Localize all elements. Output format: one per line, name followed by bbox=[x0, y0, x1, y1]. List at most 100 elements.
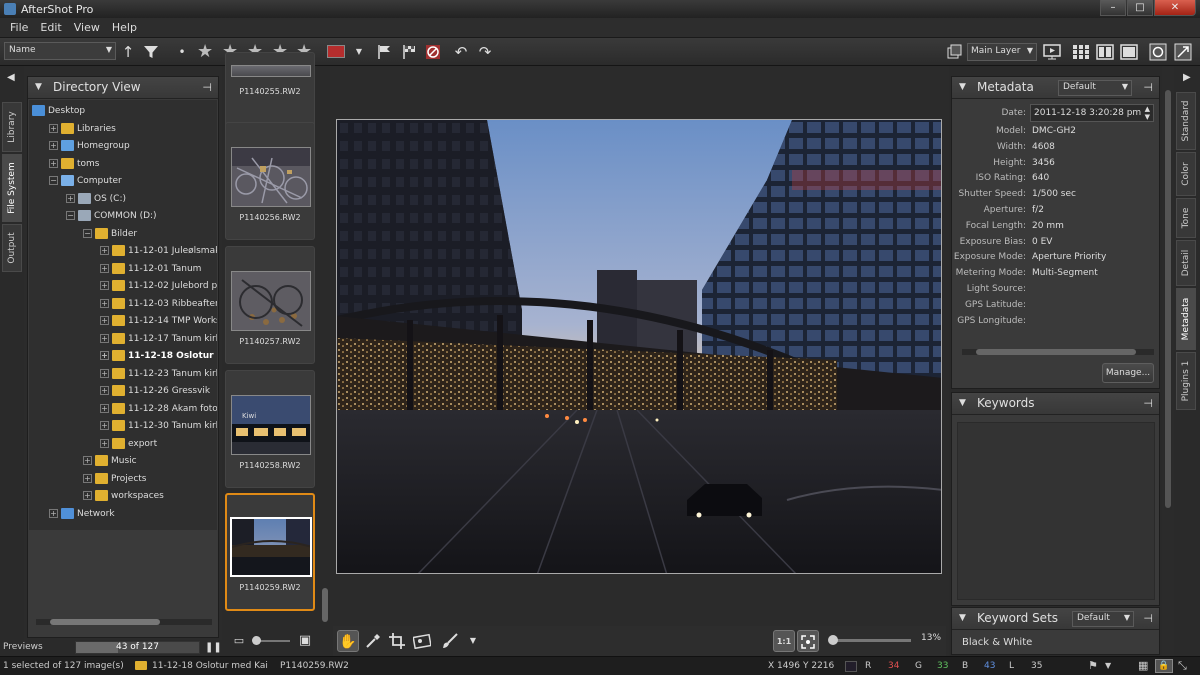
tree-expander-icon[interactable]: + bbox=[100, 333, 109, 343]
metadata-value[interactable]: 640 bbox=[1032, 170, 1049, 186]
rotate-right-icon[interactable]: ↷ bbox=[475, 42, 495, 62]
thumbnail-card[interactable]: P1140256.RW2 bbox=[225, 122, 315, 240]
tree-expander-icon[interactable]: − bbox=[66, 211, 75, 220]
directory-horizontal-scrollbar[interactable] bbox=[36, 619, 212, 625]
thumbnail-card[interactable]: Kiwi P1140258.RW2 bbox=[225, 370, 315, 488]
spinner-icon[interactable]: ▲ ▼ bbox=[1145, 105, 1150, 121]
menu-edit[interactable]: Edit bbox=[40, 21, 61, 34]
scrollbar-thumb[interactable] bbox=[976, 349, 1136, 355]
thumbnail-card-selected[interactable]: P1140259.RW2 bbox=[225, 493, 315, 611]
tree-item[interactable]: + Music bbox=[83, 453, 137, 470]
date-input[interactable]: 2011-12-18 3:20:28 pm ▲ ▼ bbox=[1030, 104, 1154, 122]
flag-pick-icon[interactable] bbox=[374, 42, 394, 62]
tree-expander-icon[interactable]: + bbox=[100, 403, 109, 413]
tree-item[interactable]: + Projects bbox=[83, 471, 146, 488]
tree-expander-icon[interactable]: + bbox=[100, 438, 109, 448]
grid-view-icon[interactable] bbox=[1071, 42, 1091, 62]
slideshow-icon[interactable] bbox=[1042, 42, 1062, 62]
tree-item[interactable]: +11-12-30 Tanum kirke bbox=[100, 418, 217, 435]
tree-expander-icon[interactable]: + bbox=[49, 141, 58, 150]
tab-library[interactable]: Library bbox=[2, 102, 22, 152]
flag-reject-icon[interactable] bbox=[423, 42, 443, 62]
close-button[interactable]: ✕ bbox=[1154, 0, 1196, 16]
tree-item[interactable]: +11-12-01 Tanum bbox=[100, 261, 201, 278]
thumbnail-size-slider[interactable] bbox=[252, 636, 290, 645]
tree-item[interactable]: + Homegroup bbox=[49, 138, 130, 155]
thumbnail-vertical-scrollbar[interactable] bbox=[320, 66, 330, 626]
pause-icon[interactable]: ❚❚ bbox=[205, 642, 222, 653]
tab-standard[interactable]: Standard bbox=[1176, 92, 1196, 150]
network-share-icon[interactable]: ⚑ bbox=[1088, 657, 1098, 675]
collapse-triangle-icon[interactable]: ▼ bbox=[35, 82, 42, 92]
tree-item[interactable]: +11-12-02 Julebord på C bbox=[100, 278, 217, 295]
tree-item[interactable]: Desktop bbox=[32, 103, 85, 120]
tree-expander-icon[interactable]: + bbox=[100, 421, 109, 430]
menu-help[interactable]: Help bbox=[112, 21, 137, 34]
brush-icon[interactable] bbox=[439, 630, 461, 652]
metadata-value[interactable]: DMC-GH2 bbox=[1032, 123, 1076, 139]
collapse-triangle-icon[interactable]: ▼ bbox=[959, 613, 966, 623]
layout-grid-icon[interactable]: ▦ bbox=[1138, 657, 1148, 675]
tree-expander-icon[interactable]: + bbox=[83, 456, 92, 465]
zoom-slider[interactable] bbox=[828, 635, 911, 645]
pan-hand-icon[interactable]: ✋ bbox=[337, 630, 359, 652]
metadata-value[interactable]: 20 mm bbox=[1032, 218, 1064, 234]
tab-color[interactable]: Color bbox=[1176, 152, 1196, 196]
minimize-button[interactable]: – bbox=[1100, 0, 1126, 16]
collapse-right-panel-icon[interactable]: ▶ bbox=[1183, 72, 1191, 83]
layers-icon[interactable] bbox=[944, 42, 964, 62]
collapse-triangle-icon[interactable]: ▼ bbox=[959, 82, 966, 92]
tree-item[interactable]: + OS (C:) bbox=[66, 191, 126, 208]
pin-icon[interactable]: ⊣ bbox=[1143, 81, 1153, 94]
tree-item[interactable]: +11-12-28 Akam fototre bbox=[100, 401, 217, 418]
tab-file-system[interactable]: File System bbox=[2, 154, 22, 222]
metadata-horizontal-scrollbar[interactable] bbox=[962, 349, 1154, 355]
tree-item[interactable]: +11-12-18 Oslotur m bbox=[100, 348, 217, 365]
main-photo-preview[interactable] bbox=[336, 119, 942, 574]
tree-item[interactable]: + toms bbox=[49, 156, 100, 173]
menu-view[interactable]: View bbox=[74, 21, 100, 34]
keyword-set-item[interactable]: Black & White bbox=[962, 637, 1032, 648]
right-panel-scrollbar[interactable] bbox=[1164, 90, 1172, 510]
sort-dropdown[interactable]: Name ▼ bbox=[4, 42, 116, 60]
single-view-icon[interactable] bbox=[1119, 42, 1139, 62]
pin-icon[interactable]: ⊣ bbox=[1143, 612, 1153, 625]
tab-detail[interactable]: Detail bbox=[1176, 240, 1196, 286]
tree-item[interactable]: +11-12-17 Tanum kirke bbox=[100, 331, 217, 348]
tree-item[interactable]: +11-12-03 Ribbeaften 20 bbox=[100, 296, 217, 313]
large-thumbnails-icon[interactable]: ▣ bbox=[294, 630, 316, 652]
maximize-button[interactable]: □ bbox=[1127, 0, 1153, 16]
tree-expander-icon[interactable]: + bbox=[49, 508, 58, 518]
metadata-value[interactable]: 0 EV bbox=[1032, 234, 1052, 250]
crop-icon[interactable] bbox=[386, 630, 408, 652]
flag-checkered-icon[interactable] bbox=[399, 42, 419, 62]
tree-expander-icon[interactable]: + bbox=[100, 246, 109, 255]
scrollbar-thumb[interactable] bbox=[50, 619, 160, 625]
layer-dropdown[interactable]: Main Layer ▼ bbox=[967, 43, 1037, 61]
tree-expander-icon[interactable]: + bbox=[100, 316, 109, 325]
tree-expander-icon[interactable]: + bbox=[66, 193, 75, 203]
slider-knob[interactable] bbox=[252, 636, 261, 645]
tree-expander-icon[interactable]: + bbox=[100, 386, 109, 395]
tree-expander-icon[interactable]: − bbox=[83, 228, 92, 238]
tab-plugins-1[interactable]: Plugins 1 bbox=[1176, 352, 1196, 410]
eyedropper-icon[interactable] bbox=[362, 630, 384, 652]
brush-chevron-down-icon[interactable]: ▼ bbox=[462, 630, 484, 652]
thumbnail-card[interactable]: P1140257.RW2 bbox=[225, 246, 315, 364]
keywords-textarea[interactable] bbox=[957, 422, 1155, 600]
manage-button[interactable]: Manage... bbox=[1102, 363, 1154, 383]
straighten-icon[interactable] bbox=[411, 630, 433, 652]
tree-expander-icon[interactable]: + bbox=[100, 281, 109, 290]
tree-expander-icon[interactable]: + bbox=[100, 263, 109, 273]
tree-item[interactable]: + export bbox=[100, 436, 157, 453]
metadata-preset-dropdown[interactable]: Default ▼ bbox=[1058, 80, 1132, 96]
tree-item[interactable]: − Computer bbox=[49, 173, 122, 190]
split-view-icon[interactable] bbox=[1095, 42, 1115, 62]
tree-item[interactable]: − COMMON (D:) bbox=[66, 208, 157, 225]
tree-expander-icon[interactable]: + bbox=[100, 368, 109, 378]
metadata-value[interactable]: Multi-Segment bbox=[1032, 265, 1098, 281]
tree-item[interactable]: +11-12-23 Tanum kirke bbox=[100, 366, 217, 383]
collapse-left-panel-icon[interactable]: ◀ bbox=[7, 72, 15, 83]
share-chevron-down-icon[interactable]: ▼ bbox=[1105, 657, 1111, 675]
scrollbar-thumb[interactable] bbox=[322, 588, 328, 622]
